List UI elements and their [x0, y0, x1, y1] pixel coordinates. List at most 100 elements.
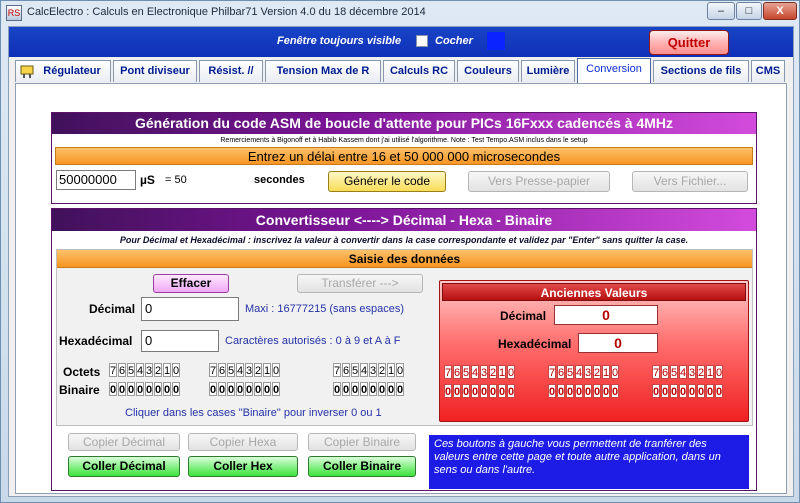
- binary-bit-cell[interactable]: 0: [351, 382, 359, 396]
- old-values-box: Anciennes Valeurs Décimal 0 Hexadécimal …: [439, 280, 749, 422]
- binary-bit-cell[interactable]: 0: [263, 382, 271, 396]
- converter-instructions: Pour Décimal et Hexadécimal : inscrivez …: [119, 235, 689, 245]
- old-binary-row-byte-3: 00000000: [652, 384, 724, 398]
- copy-binary-button[interactable]: Copier Binaire: [308, 433, 416, 451]
- decimal-max-info: Maxi : 16777215 (sans espaces): [245, 303, 404, 315]
- bit-position-cell: 2: [489, 365, 497, 379]
- binary-bit-cell[interactable]: 0: [480, 384, 488, 398]
- transfer-button[interactable]: Transférer --->: [297, 274, 423, 293]
- binary-bit-cell[interactable]: 0: [396, 382, 404, 396]
- binary-bit-cell[interactable]: 0: [118, 382, 126, 396]
- binary-bit-cell[interactable]: 0: [652, 384, 660, 398]
- decimal-input[interactable]: 0: [141, 297, 239, 321]
- bit-position-cell: 2: [593, 365, 601, 379]
- binary-bit-cell[interactable]: 0: [342, 382, 350, 396]
- always-visible-checkbox[interactable]: [416, 35, 428, 47]
- binary-bit-cell[interactable]: 0: [378, 382, 386, 396]
- tab-sections-de-fils[interactable]: Sections de fils: [653, 60, 749, 82]
- binary-bit-cell[interactable]: 0: [602, 384, 610, 398]
- old-hex-value: 0: [578, 333, 658, 353]
- bit-position-cell: 5: [227, 363, 235, 377]
- octets-label: Octets: [63, 365, 101, 379]
- always-visible-label: Fenêtre toujours visible: [277, 35, 402, 47]
- binary-bit-cell[interactable]: 0: [218, 382, 226, 396]
- to-clipboard-button[interactable]: Vers Presse-papier: [468, 171, 610, 192]
- binary-bit-cell[interactable]: 0: [498, 384, 506, 398]
- bit-position-cell: 3: [145, 363, 153, 377]
- asm-title: Génération du code ASM de boucle d'atten…: [52, 113, 756, 134]
- app-icon: RS: [6, 5, 22, 21]
- tab-calculs-rc[interactable]: Calculs RC: [383, 60, 455, 82]
- binary-bit-cell[interactable]: 0: [548, 384, 556, 398]
- tab-cms[interactable]: CMS: [751, 60, 785, 82]
- binary-bit-cell[interactable]: 0: [670, 384, 678, 398]
- binary-bit-cell[interactable]: 0: [575, 384, 583, 398]
- bit-position-cell: 7: [548, 365, 556, 379]
- paste-binary-button[interactable]: Coller Binaire: [308, 456, 416, 477]
- tab-conversion[interactable]: Conversion: [577, 58, 651, 83]
- binary-bit-cell[interactable]: 0: [369, 382, 377, 396]
- tab-pont-diviseur[interactable]: Pont diviseur: [113, 60, 197, 82]
- binary-bit-cell[interactable]: 0: [697, 384, 705, 398]
- binary-bit-cell[interactable]: 0: [172, 382, 180, 396]
- copy-hex-button[interactable]: Copier Hexa: [188, 433, 298, 451]
- binary-bit-cell[interactable]: 0: [611, 384, 619, 398]
- binary-bit-cell[interactable]: 0: [272, 382, 280, 396]
- binary-bit-cell[interactable]: 0: [453, 384, 461, 398]
- close-button[interactable]: X: [763, 2, 797, 20]
- binary-bit-cell[interactable]: 0: [661, 384, 669, 398]
- bit-position-cell: 1: [706, 365, 714, 379]
- minimize-button[interactable]: –: [707, 2, 735, 20]
- copy-decimal-button[interactable]: Copier Décimal: [68, 433, 180, 451]
- tab-lumiere[interactable]: Lumière: [521, 60, 575, 82]
- binary-bit-cell[interactable]: 0: [236, 382, 244, 396]
- binary-bit-cell[interactable]: 0: [254, 382, 262, 396]
- paste-hex-button[interactable]: Coller Hex: [188, 456, 298, 477]
- binary-bit-cell[interactable]: 0: [109, 382, 117, 396]
- regulator-icon: [20, 65, 34, 78]
- binary-bit-cell[interactable]: 0: [471, 384, 479, 398]
- binary-bit-cell[interactable]: 0: [444, 384, 452, 398]
- binary-bit-cell[interactable]: 0: [145, 382, 153, 396]
- generate-code-button[interactable]: Générer le code: [328, 171, 446, 192]
- binary-bit-cell[interactable]: 0: [489, 384, 497, 398]
- tab-resist-parallele[interactable]: Résist. //: [199, 60, 263, 82]
- binary-bit-cell[interactable]: 0: [209, 382, 217, 396]
- binary-bit-cell[interactable]: 0: [245, 382, 253, 396]
- paste-decimal-button[interactable]: Coller Décimal: [68, 456, 180, 477]
- title-bar[interactable]: RS CalcElectro : Calculs en Electronique…: [1, 1, 799, 25]
- quit-button[interactable]: Quitter: [649, 30, 729, 55]
- binary-bit-cell[interactable]: 0: [584, 384, 592, 398]
- binary-bit-cell[interactable]: 0: [227, 382, 235, 396]
- tab-couleurs[interactable]: Couleurs: [457, 60, 519, 82]
- binary-bit-cell[interactable]: 0: [706, 384, 714, 398]
- binary-bit-cell[interactable]: 0: [557, 384, 565, 398]
- binary-row-byte-1: 00000000: [109, 382, 181, 396]
- binary-bit-cell[interactable]: 0: [507, 384, 515, 398]
- binary-bit-cell[interactable]: 0: [462, 384, 470, 398]
- input-area: Saisie des données Effacer Transférer --…: [56, 249, 753, 426]
- binary-bit-cell[interactable]: 0: [593, 384, 601, 398]
- delay-input[interactable]: 50000000: [56, 170, 136, 190]
- tab-tension-max[interactable]: Tension Max de R: [265, 60, 381, 82]
- bit-position-cell: 3: [369, 363, 377, 377]
- tab-regulateur[interactable]: Régulateur: [15, 60, 111, 82]
- binary-bit-cell[interactable]: 0: [136, 382, 144, 396]
- binary-bit-cell[interactable]: 0: [688, 384, 696, 398]
- to-file-button[interactable]: Vers Fichier...: [632, 171, 748, 192]
- bit-position-cell: 1: [498, 365, 506, 379]
- hex-input[interactable]: 0: [141, 330, 219, 352]
- binary-bit-cell[interactable]: 0: [387, 382, 395, 396]
- binary-bit-cell[interactable]: 0: [715, 384, 723, 398]
- binary-bit-cell[interactable]: 0: [566, 384, 574, 398]
- maximize-button[interactable]: □: [736, 2, 762, 20]
- binary-bit-cell[interactable]: 0: [679, 384, 687, 398]
- binary-bit-cell[interactable]: 0: [360, 382, 368, 396]
- bit-position-cell: 0: [611, 365, 619, 379]
- binary-bit-cell[interactable]: 0: [154, 382, 162, 396]
- erase-button[interactable]: Effacer: [153, 274, 229, 293]
- binary-bit-cell[interactable]: 0: [163, 382, 171, 396]
- binary-bit-cell[interactable]: 0: [127, 382, 135, 396]
- input-header: Saisie des données: [57, 250, 752, 268]
- binary-bit-cell[interactable]: 0: [333, 382, 341, 396]
